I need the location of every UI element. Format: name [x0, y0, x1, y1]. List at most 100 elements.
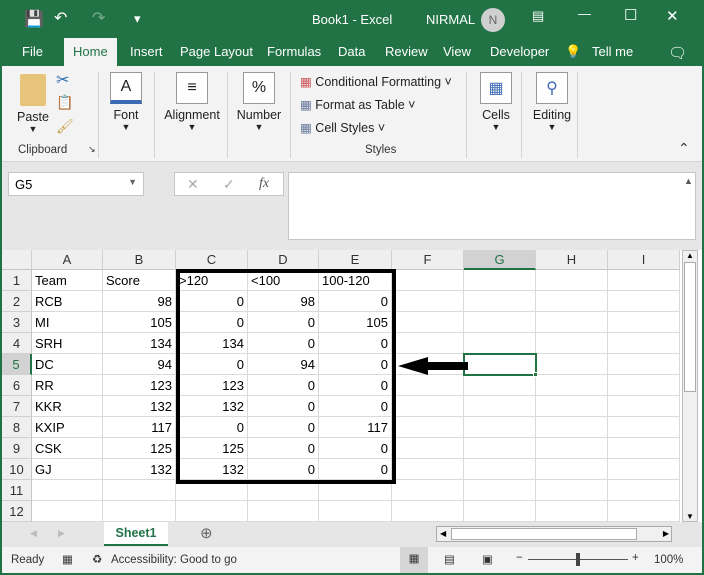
page-break-view-icon[interactable]: ▣: [482, 552, 493, 566]
cell-B10[interactable]: 132: [103, 459, 176, 480]
cell-G2[interactable]: [464, 291, 536, 312]
formula-input[interactable]: [288, 172, 696, 240]
dialog-launcher-icon[interactable]: ↘: [88, 144, 96, 155]
copy-icon[interactable]: 📋: [56, 94, 73, 111]
cell-E12[interactable]: [319, 501, 392, 522]
cell-D12[interactable]: [248, 501, 319, 522]
cell-F6[interactable]: [392, 375, 464, 396]
cell-I11[interactable]: [608, 480, 680, 501]
cell-F3[interactable]: [392, 312, 464, 333]
cell-H8[interactable]: [536, 417, 608, 438]
avatar[interactable]: N: [481, 8, 505, 32]
expand-formula-icon[interactable]: ▲: [684, 176, 693, 186]
cell-A2[interactable]: RCB: [32, 291, 103, 312]
cell-F8[interactable]: [392, 417, 464, 438]
cell-A10[interactable]: GJ: [32, 459, 103, 480]
cell-H9[interactable]: [536, 438, 608, 459]
cell-F10[interactable]: [392, 459, 464, 480]
ribbon-display-icon[interactable]: ▤: [532, 8, 544, 24]
cell-A11[interactable]: [32, 480, 103, 501]
comments-icon[interactable]: 🗨: [668, 44, 687, 62]
cell-B5[interactable]: 94: [103, 354, 176, 375]
zoom-in-icon[interactable]: +: [632, 552, 639, 564]
row-header-3[interactable]: 3: [2, 312, 32, 333]
cell-H1[interactable]: [536, 270, 608, 291]
column-header-E[interactable]: E: [319, 250, 392, 270]
cell-A9[interactable]: CSK: [32, 438, 103, 459]
cell-H5[interactable]: [536, 354, 608, 375]
tab-page-layout[interactable]: Page Layout: [180, 44, 253, 59]
font-button[interactable]: A Font ▼: [108, 72, 144, 132]
cell-H12[interactable]: [536, 501, 608, 522]
cell-B9[interactable]: 125: [103, 438, 176, 459]
customize-toolbar-icon[interactable]: ▾: [134, 11, 141, 27]
accessibility-status[interactable]: Accessibility: Good to go: [111, 554, 237, 566]
select-all-button[interactable]: [2, 250, 32, 270]
column-header-C[interactable]: C: [176, 250, 248, 270]
close-icon[interactable]: ✕: [666, 7, 679, 25]
zoom-level[interactable]: 100%: [654, 554, 683, 566]
cell-H4[interactable]: [536, 333, 608, 354]
cell-I2[interactable]: [608, 291, 680, 312]
cell-H10[interactable]: [536, 459, 608, 480]
cell-H7[interactable]: [536, 396, 608, 417]
row-header-7[interactable]: 7: [2, 396, 32, 417]
horizontal-scrollbar[interactable]: ◀ ▶: [436, 526, 672, 542]
cell-A8[interactable]: KXIP: [32, 417, 103, 438]
cell-B1[interactable]: Score: [103, 270, 176, 291]
cell-B4[interactable]: 134: [103, 333, 176, 354]
selection-handle[interactable]: [533, 372, 538, 377]
editing-button[interactable]: ⚲ Editing ▼: [530, 72, 574, 132]
collapse-ribbon-icon[interactable]: ⌃: [678, 140, 690, 157]
undo-icon[interactable]: ↶: [54, 8, 67, 28]
tab-file[interactable]: File: [22, 44, 43, 59]
row-header-1[interactable]: 1: [2, 270, 32, 291]
cell-G7[interactable]: [464, 396, 536, 417]
cell-A7[interactable]: KKR: [32, 396, 103, 417]
cell-F11[interactable]: [392, 480, 464, 501]
cell-I10[interactable]: [608, 459, 680, 480]
cell-B11[interactable]: [103, 480, 176, 501]
cell-H11[interactable]: [536, 480, 608, 501]
page-layout-view-icon[interactable]: ▤: [444, 552, 455, 566]
cell-B12[interactable]: [103, 501, 176, 522]
save-icon[interactable]: 💾: [24, 9, 44, 29]
alignment-button[interactable]: ≡ Alignment ▼: [160, 72, 224, 132]
name-box[interactable]: G5 ▼: [8, 172, 144, 196]
add-sheet-icon[interactable]: ⊕: [200, 524, 213, 542]
cell-G11[interactable]: [464, 480, 536, 501]
cell-I8[interactable]: [608, 417, 680, 438]
cell-A5[interactable]: DC: [32, 354, 103, 375]
tab-review[interactable]: Review: [385, 44, 428, 59]
cell-G10[interactable]: [464, 459, 536, 480]
row-header-8[interactable]: 8: [2, 417, 32, 438]
tab-formulas[interactable]: Formulas: [267, 44, 321, 59]
format-painter-icon[interactable]: 🖌: [56, 118, 74, 135]
cut-icon[interactable]: ✂: [56, 70, 69, 90]
maximize-icon[interactable]: ☐: [624, 6, 637, 24]
macro-record-icon[interactable]: ▦: [62, 552, 73, 566]
cell-G3[interactable]: [464, 312, 536, 333]
redo-icon[interactable]: ↷: [92, 8, 105, 28]
zoom-slider-thumb[interactable]: [576, 553, 580, 566]
row-header-4[interactable]: 4: [2, 333, 32, 354]
cell-F9[interactable]: [392, 438, 464, 459]
cell-I4[interactable]: [608, 333, 680, 354]
insert-function-icon[interactable]: fx: [259, 176, 269, 192]
cell-B8[interactable]: 117: [103, 417, 176, 438]
tab-home[interactable]: Home: [64, 38, 117, 66]
cell-A1[interactable]: Team: [32, 270, 103, 291]
cell-A6[interactable]: RR: [32, 375, 103, 396]
cell-C12[interactable]: [176, 501, 248, 522]
column-header-F[interactable]: F: [392, 250, 464, 270]
cell-F12[interactable]: [392, 501, 464, 522]
cell-A3[interactable]: MI: [32, 312, 103, 333]
cell-H2[interactable]: [536, 291, 608, 312]
column-header-G[interactable]: G: [464, 250, 536, 270]
row-header-9[interactable]: 9: [2, 438, 32, 459]
cell-I1[interactable]: [608, 270, 680, 291]
column-header-D[interactable]: D: [248, 250, 319, 270]
tab-developer[interactable]: Developer: [490, 44, 549, 59]
cell-G4[interactable]: [464, 333, 536, 354]
normal-view-button[interactable]: ▦: [400, 547, 428, 573]
